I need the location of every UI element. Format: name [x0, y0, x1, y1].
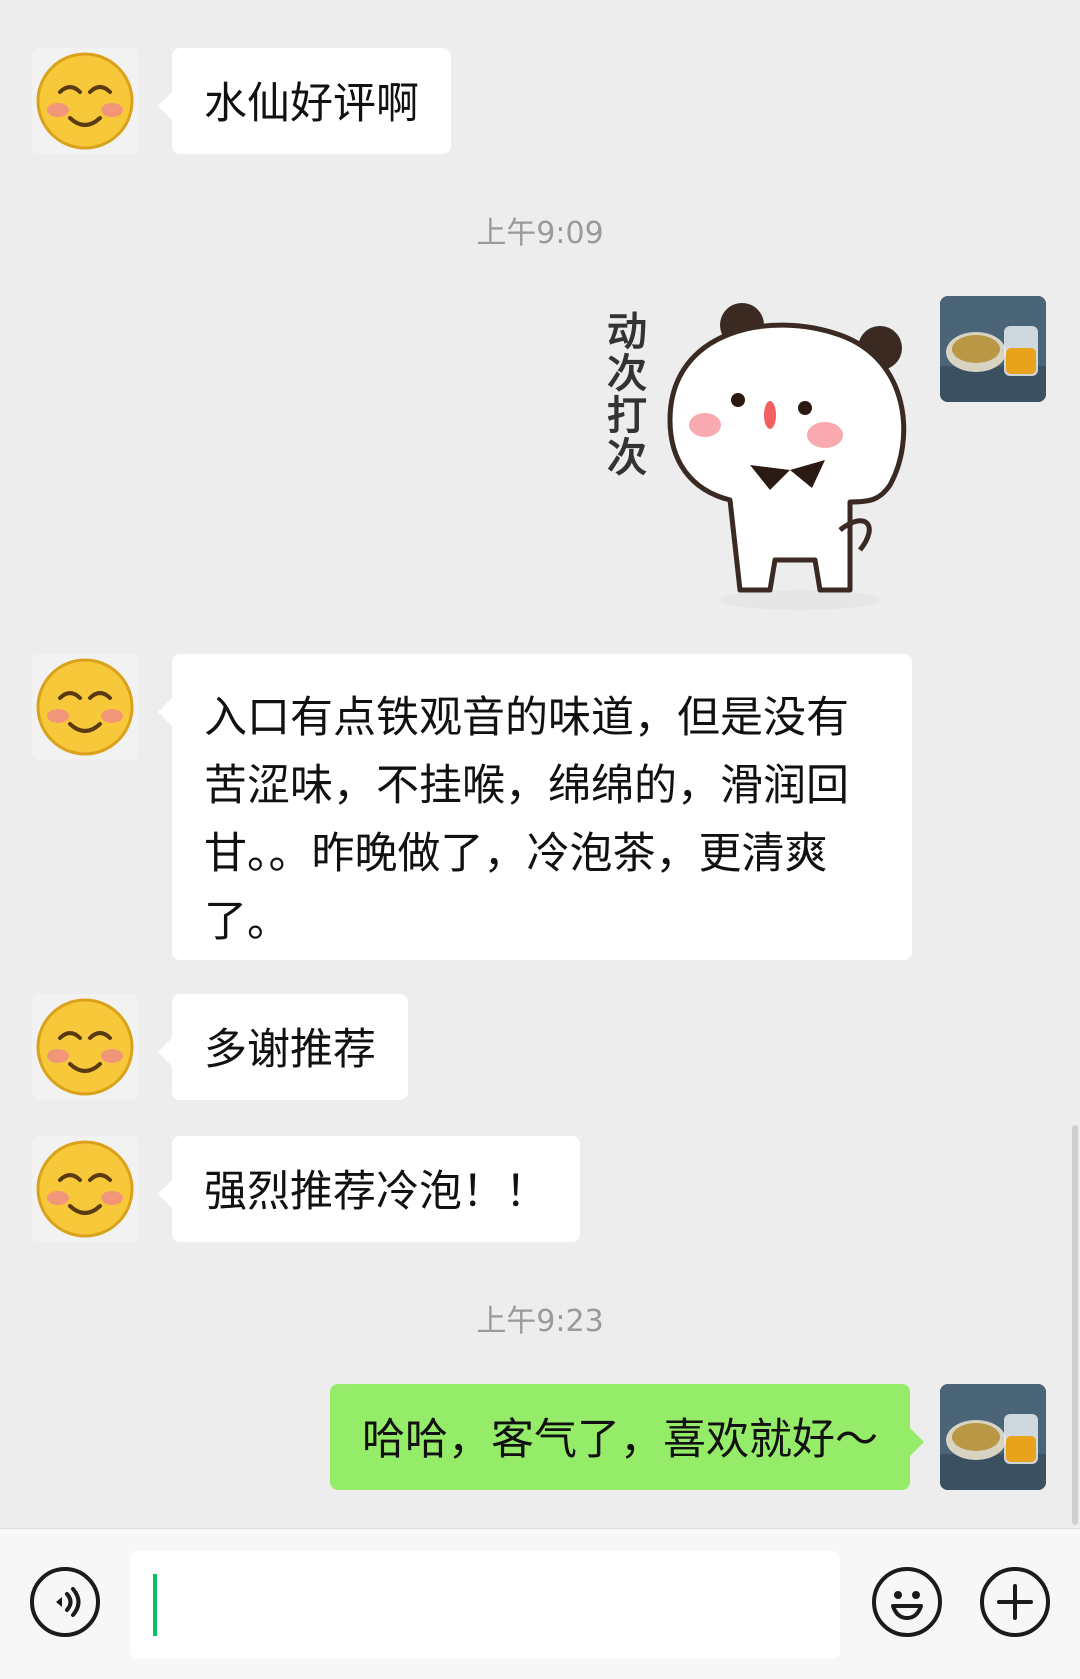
- contact-avatar[interactable]: [32, 994, 138, 1100]
- contact-avatar[interactable]: [32, 654, 138, 760]
- scrollbar[interactable]: [1072, 1125, 1078, 1525]
- panda-sticker-icon: [667, 303, 907, 610]
- chat-area[interactable]: 水仙好评啊 上午9:09 动次打次 入口有点铁观音的味道，但是没有 苦涩味，不挂…: [0, 0, 1080, 1528]
- my-avatar[interactable]: [940, 296, 1046, 402]
- tea-photo-avatar-icon: [940, 1384, 1046, 1490]
- message-bubble-outgoing[interactable]: 哈哈，客气了，喜欢就好～: [330, 1384, 924, 1490]
- message-line: 甘。。昨晚做了，冷泡茶，更清爽: [204, 829, 828, 879]
- message-bubble[interactable]: 多谢推荐: [158, 994, 408, 1100]
- message-bubble[interactable]: 入口有点铁观音的味道，但是没有 苦涩味，不挂喉，绵绵的，滑润回 甘。。昨晚做了，…: [158, 654, 912, 960]
- message-input[interactable]: [130, 1551, 840, 1659]
- plus-icon: [997, 1584, 1033, 1620]
- smiley-avatar-icon: [36, 1140, 134, 1238]
- message-text: 水仙好评啊: [204, 79, 419, 129]
- input-bar: [0, 1528, 1080, 1679]
- tea-photo-avatar-icon: [940, 296, 1046, 402]
- message-line: 苦涩味，不挂喉，绵绵的，滑润回: [204, 761, 849, 811]
- message-text: 多谢推荐: [204, 1025, 376, 1075]
- message-bubble[interactable]: 水仙好评啊: [158, 48, 451, 154]
- timestamp: 上午9:23: [476, 1304, 604, 1339]
- message-line: 入口有点铁观音的味道，但是没有: [204, 693, 849, 743]
- smiley-avatar-icon: [36, 52, 134, 150]
- my-avatar[interactable]: [940, 1384, 1046, 1490]
- message-text: 强烈推荐冷泡！！: [204, 1167, 548, 1217]
- smiley-avatar-icon: [36, 998, 134, 1096]
- smiley-avatar-icon: [36, 658, 134, 756]
- message-text: 哈哈，客气了，喜欢就好～: [362, 1415, 878, 1465]
- contact-avatar[interactable]: [32, 48, 138, 154]
- timestamp: 上午9:09: [476, 216, 604, 251]
- text-cursor: [153, 1574, 157, 1636]
- emoji-icon: [891, 1591, 923, 1620]
- message-line: 了。: [204, 897, 290, 947]
- sticker-message[interactable]: 动次打次: [590, 290, 920, 620]
- more-button[interactable]: [980, 1567, 1050, 1637]
- contact-avatar[interactable]: [32, 1136, 138, 1242]
- emoji-button[interactable]: [872, 1567, 942, 1637]
- voice-icon: [56, 1587, 81, 1617]
- voice-button[interactable]: [30, 1567, 100, 1637]
- message-bubble[interactable]: 强烈推荐冷泡！！: [158, 1136, 580, 1242]
